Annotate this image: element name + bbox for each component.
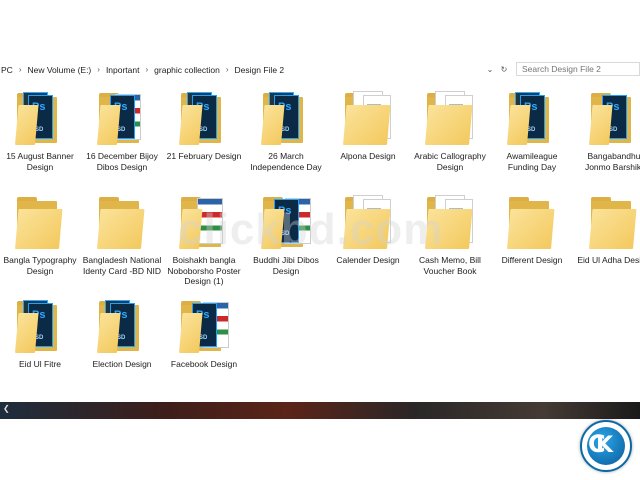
folder-icon (15, 192, 65, 252)
breadcrumb-item[interactable]: Design File 2 (234, 65, 286, 75)
folder-label: 26 March Independence Day (250, 151, 322, 172)
folder-item[interactable]: Calender Design (328, 192, 408, 266)
folder-front (179, 313, 203, 353)
folder-label: 16 December Bijoy Dibos Design (86, 151, 158, 172)
breadcrumb-item[interactable]: graphic collection (153, 65, 221, 75)
folder-icon (343, 192, 393, 252)
folder-front (507, 209, 555, 249)
breadcrumb[interactable]: PC › New Volume (E:) › Inportant › graphic col… (0, 61, 496, 78)
folder-label: Facebook Design (170, 359, 238, 369)
address-bar[interactable]: PC › New Volume (E:) › Inportant › graphic col… (0, 61, 640, 79)
folder-item[interactable]: Ps PSD 21 February Design (164, 88, 244, 162)
breadcrumb-item[interactable]: Inportant (105, 65, 141, 75)
folder-label: Different Design (501, 255, 563, 265)
folder-label: Boishakh bangla Noboborsho Poster Design… (167, 255, 241, 286)
folder-item[interactable]: Different Design (492, 192, 572, 266)
folder-icon (343, 88, 393, 148)
folder-front (261, 209, 285, 249)
folder-item[interactable]: Ps PSD Election Design (82, 296, 162, 370)
folder-icon: Ps PSD (179, 296, 229, 356)
folder-label: Bangla Typography Design (3, 255, 77, 276)
folder-front (425, 105, 473, 145)
file-list: Ps PSD 15 August Banner Design Ps PSD 16 Dece… (0, 78, 640, 402)
folder-item[interactable]: Ps PSD 16 December Bijoy Dibos Design (82, 88, 162, 172)
folder-front (343, 209, 391, 249)
folder-item[interactable]: Bangladesh National Identy Card -BD NID (82, 192, 162, 276)
folder-label: Buddhi Jibi Dibos Design (253, 255, 319, 276)
folder-icon (179, 192, 229, 252)
folder-label: Arabic Callography Design (414, 151, 486, 172)
folder-label: Awamileague Funding Day (506, 151, 558, 172)
folder-front (15, 209, 63, 249)
breadcrumb-separator-icon[interactable]: › (92, 65, 105, 74)
folder-front (97, 209, 145, 249)
folder-item[interactable]: Ps PSD 15 August Banner Design (0, 88, 80, 172)
folder-label: Alpona Design (340, 151, 396, 161)
folder-front (343, 105, 391, 145)
logo-letter-k: K (596, 433, 614, 458)
folder-icon (97, 192, 147, 252)
folder-item[interactable]: Boishakh bangla Noboborsho Poster Design… (164, 192, 244, 287)
folder-front (97, 313, 121, 353)
folder-front (261, 105, 285, 145)
folder-label: 15 August Banner Design (6, 151, 74, 172)
folder-icon (507, 192, 557, 252)
site-logo: C K (580, 420, 632, 472)
taskbar-strip: ❮ (0, 402, 640, 419)
folder-icon: Ps PSD (507, 88, 557, 148)
folder-item[interactable]: Ps PSD Bangabandhu Jonmo Barshiki (574, 88, 640, 172)
folder-label: 21 February Design (166, 151, 242, 161)
folder-label: Eid Ul Fitre (18, 359, 62, 369)
folder-icon: Ps PSD (15, 296, 65, 356)
folder-item[interactable]: Ps PSD Facebook Design (164, 296, 244, 370)
refresh-icon[interactable]: ↻ (501, 65, 508, 74)
folder-icon: Ps PSD (97, 296, 147, 356)
folder-icon: Ps PSD (589, 88, 639, 148)
folder-item[interactable]: Ps PSD Eid Ul Fitre (0, 296, 80, 370)
folder-front (507, 105, 531, 145)
folder-icon (425, 88, 475, 148)
scroll-left-icon[interactable]: ❮ (3, 404, 10, 413)
breadcrumb-separator-icon[interactable]: › (14, 65, 27, 74)
folder-front (97, 105, 121, 145)
breadcrumb-separator-icon[interactable]: › (221, 65, 234, 74)
folder-label: Bangabandhu Jonmo Barshiki (584, 151, 640, 172)
search-input[interactable]: Search Design File 2 (516, 62, 640, 76)
folder-icon: Ps PSD (261, 192, 311, 252)
folder-front (425, 209, 473, 249)
folder-icon (589, 192, 639, 252)
folder-item[interactable]: Eid Ul Adha Design (574, 192, 640, 266)
folder-front (15, 105, 39, 145)
address-bar-controls: ⌄ ↻ (483, 63, 511, 76)
folder-label: Cash Memo, Bill Voucher Book (419, 255, 481, 276)
folder-icon: Ps PSD (97, 88, 147, 148)
folder-icon: Ps PSD (261, 88, 311, 148)
folder-label: Bangladesh National Identy Card -BD NID (82, 255, 162, 276)
folder-front (15, 313, 39, 353)
folder-icon (425, 192, 475, 252)
breadcrumb-separator-icon[interactable]: › (141, 65, 154, 74)
folder-label: Eid Ul Adha Design (577, 255, 640, 265)
folder-item[interactable]: Bangla Typography Design (0, 192, 80, 276)
folder-item[interactable]: Ps PSD Awamileague Funding Day (492, 88, 572, 172)
folder-item[interactable]: Alpona Design (328, 88, 408, 162)
folder-icon: Ps PSD (15, 88, 65, 148)
folder-front (589, 209, 637, 249)
folder-front (589, 105, 613, 145)
folder-item[interactable]: Ps PSD 26 March Independence Day (246, 88, 326, 172)
address-dropdown-icon[interactable]: ⌄ (487, 65, 494, 74)
folder-item[interactable]: Ps PSD Buddhi Jibi Dibos Design (246, 192, 326, 276)
folder-front (179, 105, 203, 145)
breadcrumb-item[interactable]: PC (0, 65, 14, 75)
folder-item[interactable]: Cash Memo, Bill Voucher Book (410, 192, 490, 276)
folder-label: Calender Design (336, 255, 400, 265)
folder-front (179, 209, 203, 249)
folder-icon: Ps PSD (179, 88, 229, 148)
folder-item[interactable]: Arabic Callography Design (410, 88, 490, 172)
folder-label: Election Design (92, 359, 152, 369)
breadcrumb-item[interactable]: New Volume (E:) (26, 65, 92, 75)
